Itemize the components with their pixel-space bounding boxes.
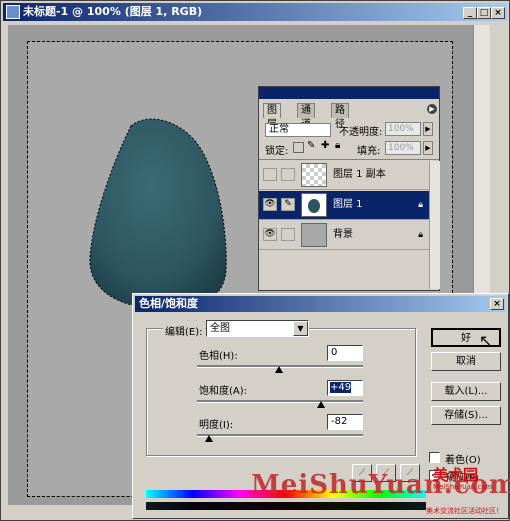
edit-select[interactable]: 全图 ▼ (206, 320, 309, 337)
lightness-label: 明度(I): (199, 420, 234, 431)
watermark-logo: 美术园 (433, 466, 479, 484)
link-toggle[interactable] (281, 168, 295, 181)
layers-panel: 图层 通道 路径 ▶ 正常 不透明度: 100% ▶ 锁定: ✎ ✚ 🔒︎ 填充… (258, 86, 440, 291)
saturation-slider-knob[interactable] (317, 401, 325, 408)
hue-label: 色相(H): (199, 351, 238, 362)
maximize-button[interactable]: □ (477, 7, 491, 19)
hue-slider-knob[interactable] (275, 366, 283, 373)
mouse-cursor-icon: ↖ (479, 331, 493, 350)
photoshop-document-window: 未标题-1 @ 100% (图层 1, RGB) _ □ × 图层 通道 (0, 0, 510, 521)
blend-mode-select[interactable]: 正常 (265, 123, 331, 137)
opacity-arrow-icon[interactable]: ▶ (423, 122, 433, 136)
layers-scrollbar[interactable] (429, 161, 440, 289)
lock-label: 锁定: (265, 146, 289, 157)
dialog-close-button[interactable]: × (490, 298, 504, 310)
eye-icon[interactable]: 👁︎ (263, 198, 277, 211)
saturation-value: +49 (330, 382, 352, 393)
dialog-title: 色相/饱和度 (139, 297, 199, 310)
layer-name: 背景 (333, 229, 353, 240)
document-icon (6, 5, 20, 19)
watermark-tagline: 美术交流社区活动社区！ (426, 507, 503, 515)
edit-select-value: 全图 (210, 323, 230, 334)
minimize-button[interactable]: _ (463, 7, 477, 19)
edit-label: 编辑(E): (163, 323, 205, 338)
layer-thumbnail (301, 223, 327, 247)
lock-paint-icon[interactable]: ✎ (307, 140, 315, 151)
fill-field[interactable]: 100% (385, 141, 421, 155)
lock-icon: 🔒︎ (418, 200, 423, 210)
fill-arrow-icon[interactable]: ▶ (423, 141, 433, 155)
brush-icon[interactable]: ✎ (281, 198, 295, 211)
save-button[interactable]: 存储(S)... (431, 406, 501, 425)
lock-transparency-icon[interactable] (293, 142, 304, 153)
layers-panel-titlebar[interactable] (259, 87, 439, 99)
panel-menu-icon[interactable]: ▶ (427, 104, 437, 114)
document-titlebar[interactable]: 未标题-1 @ 100% (图层 1, RGB) _ □ × (3, 3, 507, 21)
visibility-toggle[interactable] (263, 168, 277, 181)
load-button[interactable]: 载入(L)... (431, 382, 501, 401)
opacity-label: 不透明度: (339, 127, 383, 138)
link-toggle[interactable] (281, 228, 295, 241)
watermark-sub: MeiShuYuan.com (433, 483, 493, 491)
layer-row-selected[interactable]: 👁︎ ✎ 图层 1 🔒︎ (259, 191, 429, 220)
tab-channels[interactable]: 通道 (297, 103, 315, 130)
saturation-label: 饱和度(A): (199, 386, 248, 397)
saturation-input[interactable]: +49 (327, 380, 363, 396)
dialog-titlebar[interactable]: 色相/饱和度 × (135, 296, 506, 312)
document-title: 未标题-1 @ 100% (图层 1, RGB) (23, 5, 203, 18)
lock-all-icon[interactable]: 🔒︎ (335, 140, 340, 151)
opacity-field[interactable]: 100% (385, 122, 421, 136)
chevron-down-icon[interactable]: ▼ (293, 321, 308, 336)
result-color-bar (146, 502, 426, 510)
tab-layers[interactable]: 图层 (263, 103, 281, 130)
close-button[interactable]: × (491, 7, 505, 19)
blend-mode-value: 正常 (269, 124, 289, 135)
layer-row[interactable]: 图层 1 副本 (259, 161, 429, 190)
colorize-checkbox[interactable] (429, 452, 440, 463)
lightness-slider-knob[interactable] (205, 435, 213, 442)
layer-thumbnail (301, 163, 327, 187)
cancel-button[interactable]: 取消 (431, 352, 501, 371)
eye-icon[interactable]: 👁︎ (263, 228, 277, 241)
lightness-input[interactable]: -82 (327, 414, 363, 430)
saturation-slider-track[interactable] (197, 400, 363, 403)
layer-thumbnail (301, 193, 327, 217)
layer-name: 图层 1 (333, 199, 363, 210)
layer-name: 图层 1 副本 (333, 169, 386, 180)
lock-icon: 🔒︎ (418, 230, 423, 240)
fill-label: 填充: (357, 146, 381, 157)
lock-move-icon[interactable]: ✚ (321, 140, 329, 151)
hue-input[interactable]: 0 (327, 345, 363, 361)
layer-row[interactable]: 👁︎ 背景 🔒︎ (259, 221, 429, 250)
tab-paths[interactable]: 路径 (331, 103, 349, 130)
lightness-slider-track[interactable] (197, 434, 363, 437)
